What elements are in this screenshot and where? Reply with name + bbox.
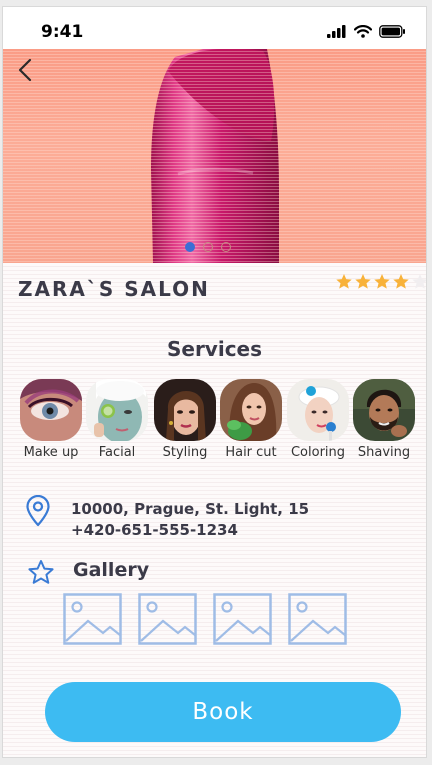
- status-icons: [327, 25, 406, 38]
- service-styling[interactable]: Styling: [152, 379, 218, 460]
- star-filled-icon: [355, 274, 371, 289]
- service-make-up[interactable]: Make up: [18, 379, 84, 460]
- carousel-dot[interactable]: [221, 242, 231, 252]
- status-time: 9:41: [41, 22, 84, 42]
- battery-icon: [379, 25, 405, 38]
- service-facial[interactable]: Facial: [84, 379, 150, 460]
- hero-image[interactable]: [3, 49, 426, 263]
- service-label: Facial: [98, 445, 136, 460]
- services-list: Make up Facial Styling Hair cut Coloring…: [13, 379, 425, 469]
- image-placeholder-icon[interactable]: [63, 593, 122, 645]
- gallery-title: Gallery: [73, 559, 150, 581]
- star-filled-icon: [336, 274, 352, 289]
- lipstick-illustration: [151, 49, 279, 263]
- service-coloring[interactable]: Coloring: [285, 379, 351, 460]
- service-thumbnail: [20, 379, 82, 441]
- status-bar: 9:41: [3, 7, 426, 49]
- service-shaving[interactable]: Shaving: [351, 379, 417, 460]
- service-label: Styling: [162, 445, 208, 460]
- service-thumbnail: [154, 379, 216, 441]
- salon-address[interactable]: 10000, Prague, St. Light, 15: [71, 500, 309, 518]
- signal-icon: [327, 25, 346, 38]
- image-placeholder-icon[interactable]: [138, 593, 197, 645]
- star-filled-icon: [393, 274, 409, 289]
- location-pin-icon: [26, 495, 50, 527]
- service-label: Shaving: [357, 445, 411, 460]
- service-thumbnail: [86, 379, 148, 441]
- carousel-dots: [185, 242, 231, 252]
- salon-name: ZARA`S SALON: [18, 277, 210, 301]
- service-thumbnail: [353, 379, 415, 441]
- service-thumbnail: [220, 379, 282, 441]
- wifi-icon: [354, 25, 372, 38]
- star-filled-icon: [374, 274, 390, 289]
- image-placeholder-icon[interactable]: [288, 593, 347, 645]
- star-rating: [335, 273, 426, 290]
- service-hair-cut[interactable]: Hair cut: [218, 379, 284, 460]
- carousel-dot[interactable]: [203, 242, 213, 252]
- services-title: Services: [166, 337, 263, 361]
- back-chevron-icon[interactable]: [13, 57, 37, 83]
- phone-screen: 9:41 ZARA`S SALON Services Make up Facia…: [2, 6, 427, 758]
- carousel-dot[interactable]: [185, 242, 195, 252]
- service-thumbnail: [287, 379, 349, 441]
- service-label: Coloring: [290, 445, 346, 460]
- star-empty-icon: [412, 274, 426, 289]
- star-outline-icon: [28, 560, 54, 584]
- image-placeholder-icon[interactable]: [213, 593, 272, 645]
- book-button[interactable]: Book: [45, 682, 401, 742]
- gallery-list: [63, 593, 347, 645]
- salon-phone[interactable]: +420-651-555-1234: [71, 521, 238, 539]
- service-label: Hair cut: [225, 445, 277, 460]
- service-label: Make up: [23, 445, 79, 460]
